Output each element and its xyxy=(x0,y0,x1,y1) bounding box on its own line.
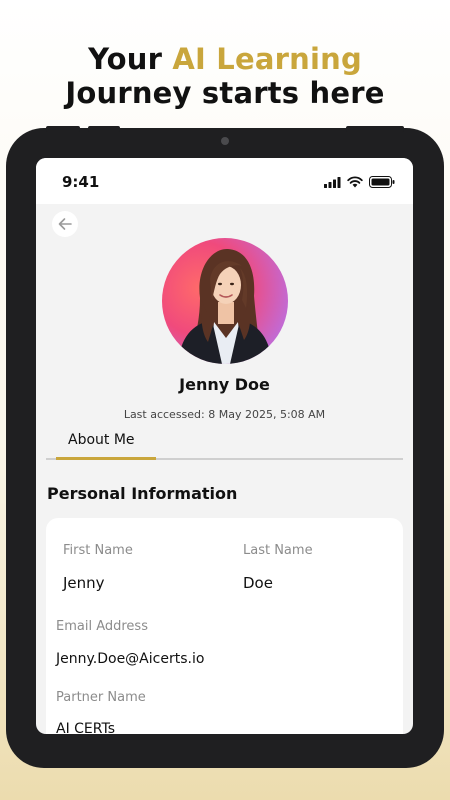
tab-active-indicator xyxy=(56,457,156,460)
personal-info-card: First Name Jenny Last Name Doe Email Add… xyxy=(46,518,403,734)
email-label: Email Address xyxy=(56,619,148,634)
headline-line-2: Journey starts here xyxy=(65,76,385,110)
headline-line-1: Your AI Learning xyxy=(0,42,450,76)
partner-name-value: AI CERTs xyxy=(56,721,116,734)
first-name-value: Jenny xyxy=(63,574,105,592)
first-name-label: First Name xyxy=(63,543,133,558)
signal-icon xyxy=(324,176,341,188)
profile-tabs: About Me xyxy=(46,430,403,460)
tablet-button xyxy=(46,126,80,132)
status-icons xyxy=(324,176,395,188)
back-button[interactable] xyxy=(52,211,78,237)
tablet-button xyxy=(346,126,404,132)
status-bar: 9:41 xyxy=(36,158,413,204)
battery-icon xyxy=(369,176,395,188)
promo-headline: Your AI Learning Journey starts here xyxy=(0,42,450,110)
email-value: Jenny.Doe@Aicerts.io xyxy=(56,651,205,667)
avatar-portrait xyxy=(178,248,272,364)
tablet-button xyxy=(88,126,120,132)
status-time: 9:41 xyxy=(62,173,100,191)
partner-name-label: Partner Name xyxy=(56,690,146,705)
profile-name: Jenny Doe xyxy=(179,375,270,394)
headline-accent: AI Learning xyxy=(172,42,362,76)
last-accessed-text: Last accessed: 8 May 2025, 5:08 AM xyxy=(123,408,326,421)
back-arrow-icon xyxy=(58,218,72,230)
app-screen: 9:41 Jenny Doe Last accessed: 8 May 2025… xyxy=(36,158,413,734)
profile-avatar xyxy=(162,238,288,364)
wifi-icon xyxy=(347,176,363,188)
last-name-value: Doe xyxy=(243,574,273,592)
camera-icon xyxy=(221,137,229,145)
headline-prefix: Your xyxy=(88,42,173,76)
last-name-label: Last Name xyxy=(243,543,313,558)
section-title: Personal Information xyxy=(47,484,238,503)
tab-about-me[interactable]: About Me xyxy=(68,432,135,448)
